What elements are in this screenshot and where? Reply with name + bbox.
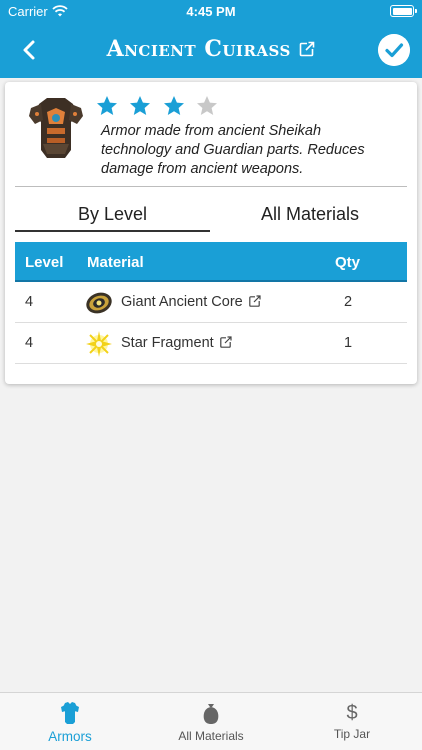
external-link-icon <box>300 41 316 57</box>
column-header-material: Material <box>87 254 144 271</box>
cell-level: 4 <box>25 294 34 310</box>
material-link[interactable]: Star Fragment <box>121 335 232 351</box>
tab-all-materials[interactable]: All Materials <box>215 202 405 232</box>
battery-icon <box>390 5 417 17</box>
star-filled-icon <box>163 96 184 115</box>
cell-material: Star Fragment <box>121 335 214 351</box>
star-filled-icon <box>130 96 151 115</box>
table-header: Level Material Qty <box>15 242 407 282</box>
armor-description: Armor made from ancient Sheikah technolo… <box>101 123 365 177</box>
material-link[interactable]: Giant Ancient Core <box>121 294 261 310</box>
material-bag-icon <box>203 704 219 724</box>
status-bar: Carrier 4:45 PM <box>0 0 422 22</box>
tab-armors-label: Armors <box>48 729 92 744</box>
divider <box>15 186 407 187</box>
armor-icon <box>61 702 79 724</box>
star-filled-icon <box>97 96 117 115</box>
page-title: Ancient Cuirass <box>106 36 291 62</box>
page-title-group[interactable]: Ancient Cuirass <box>60 36 362 62</box>
table-row[interactable]: 4 Giant Ancient Core 2 <box>15 282 407 323</box>
cell-material: Giant Ancient Core <box>121 294 243 310</box>
armor-image <box>29 98 83 158</box>
chevron-left-icon[interactable] <box>16 36 44 64</box>
armor-detail-card: Armor made from ancient Sheikah technolo… <box>5 82 417 384</box>
bottom-tab-bar: Armors All Materials $ Tip Jar <box>0 692 422 750</box>
tab-tip-jar[interactable]: $ Tip Jar <box>282 701 422 741</box>
cell-level: 4 <box>25 335 34 351</box>
ancient-core-icon <box>86 292 112 314</box>
cell-qty: 1 <box>344 335 353 351</box>
tab-all-materials-bottom[interactable]: All Materials <box>141 701 281 743</box>
external-link-icon <box>248 295 261 307</box>
external-link-icon <box>219 336 232 348</box>
segmented-tabs: By Level All Materials <box>15 202 407 234</box>
table-row[interactable]: 4 Star Fragment 1 <box>15 323 407 364</box>
checkmark-circle-icon[interactable] <box>378 34 410 66</box>
tab-tip-jar-label: Tip Jar <box>333 727 371 741</box>
tab-armors[interactable]: Armors <box>0 701 140 744</box>
star-empty-icon <box>197 96 218 115</box>
navigation-bar: Ancient Cuirass <box>0 22 422 78</box>
column-header-qty: Qty <box>335 254 361 271</box>
dollar-icon: $ <box>346 702 358 724</box>
star-fragment-icon <box>86 331 112 357</box>
column-header-level: Level <box>25 254 64 271</box>
cell-qty: 2 <box>344 294 353 310</box>
star-rating <box>95 94 224 118</box>
tab-by-level[interactable]: By Level <box>15 202 210 232</box>
clock: 4:45 PM <box>186 4 236 19</box>
tab-all-materials-label: All Materials <box>178 729 244 743</box>
